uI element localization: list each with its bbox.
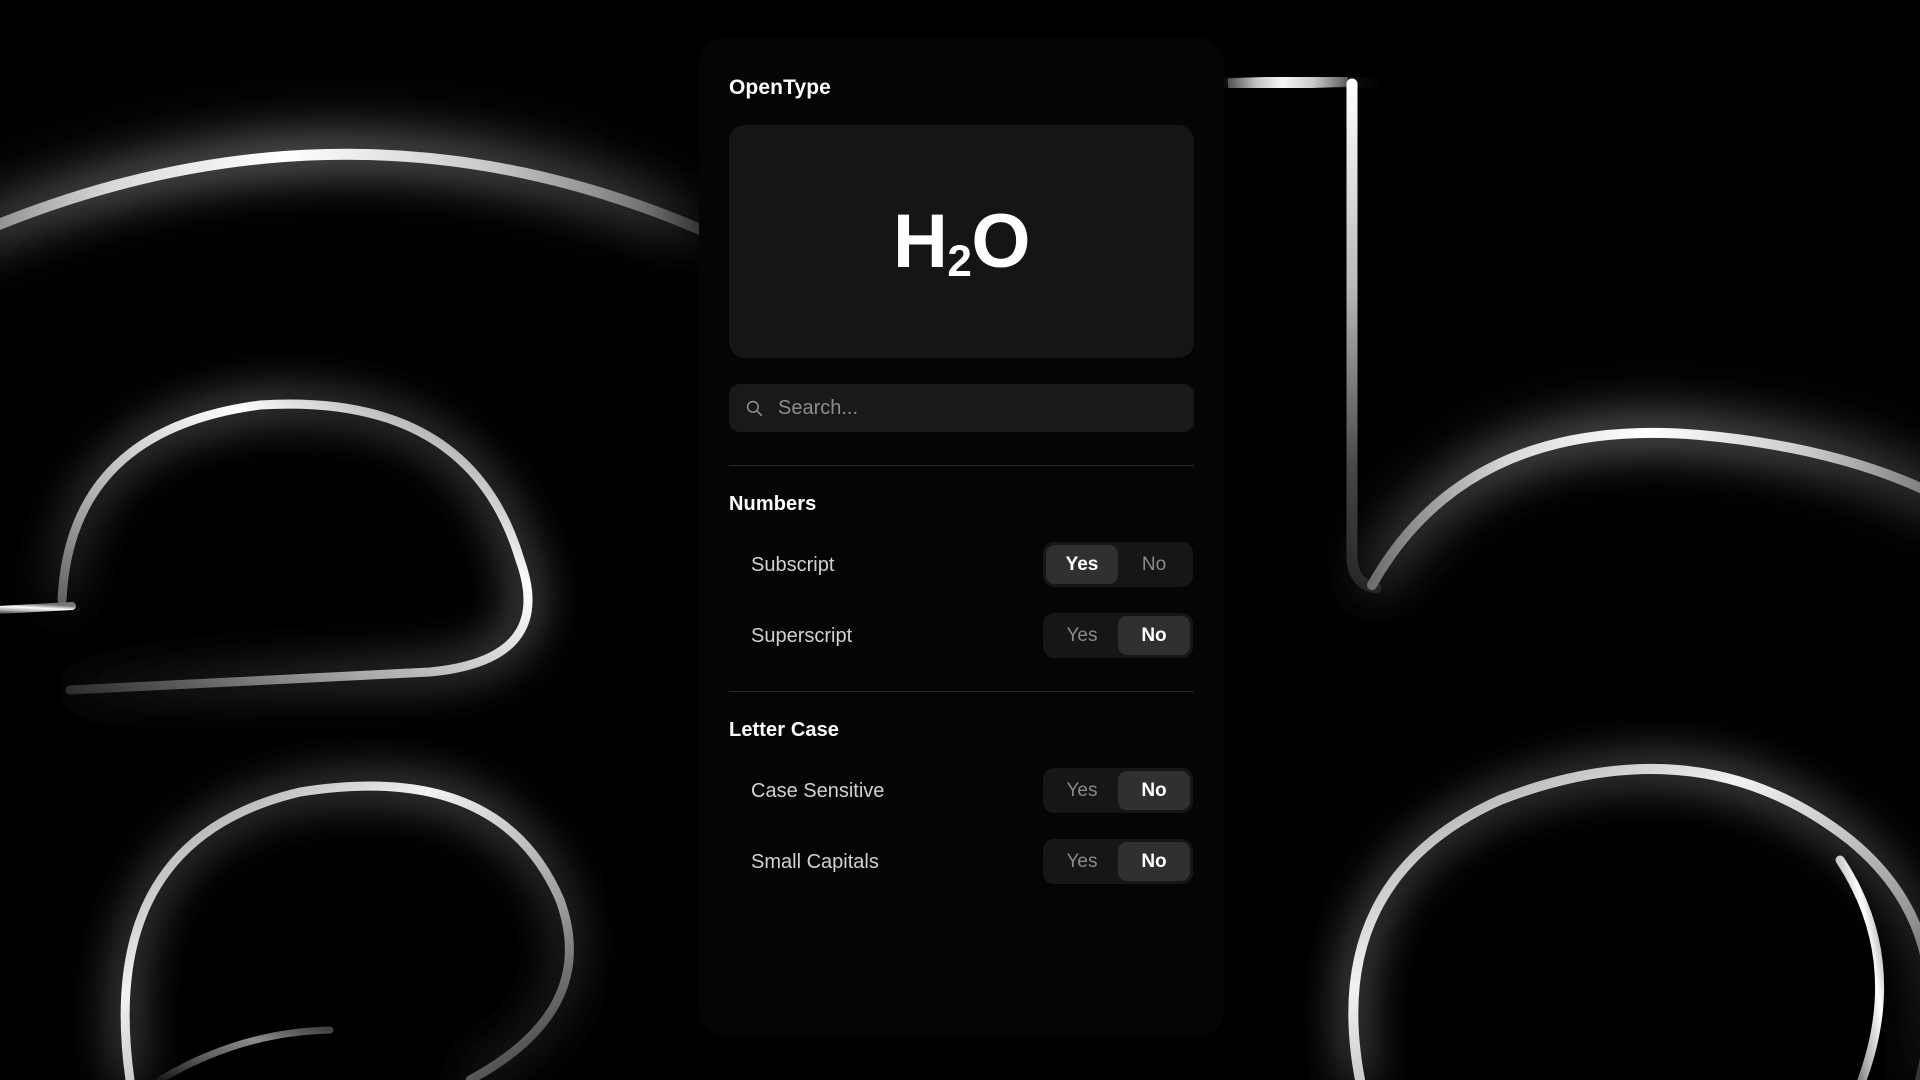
feature-row-subscript: Subscript Yes No bbox=[729, 542, 1194, 588]
feature-label-subscript: Subscript bbox=[751, 553, 835, 576]
preview-card: H2O bbox=[729, 125, 1194, 359]
opentype-panel: OpenType H2O Numbers Subscript Yes No Su… bbox=[699, 38, 1224, 1036]
segment-option-yes[interactable]: Yes bbox=[1046, 545, 1118, 585]
panel-title: OpenType bbox=[729, 76, 831, 99]
feature-label-superscript: Superscript bbox=[751, 624, 853, 647]
feature-label-case-sensitive: Case Sensitive bbox=[751, 779, 885, 802]
segment-option-no[interactable]: No bbox=[1118, 771, 1190, 811]
segmented-control-case-sensitive[interactable]: Yes No bbox=[1043, 768, 1193, 814]
section-title-numbers: Numbers bbox=[729, 493, 817, 516]
search-bar[interactable] bbox=[729, 384, 1194, 433]
feature-row-small-capitals: Small Capitals Yes No bbox=[729, 839, 1194, 885]
preview-base: H bbox=[892, 198, 948, 284]
segment-option-no[interactable]: No bbox=[1118, 616, 1190, 656]
segmented-control-superscript[interactable]: Yes No bbox=[1043, 613, 1193, 659]
feature-row-superscript: Superscript Yes No bbox=[729, 613, 1194, 659]
search-icon bbox=[746, 400, 763, 416]
section-divider-middle bbox=[729, 691, 1194, 693]
feature-label-small-capitals: Small Capitals bbox=[751, 850, 879, 873]
segment-option-yes[interactable]: Yes bbox=[1046, 771, 1118, 810]
feature-row-case-sensitive: Case Sensitive Yes No bbox=[729, 768, 1194, 814]
section-title-letter-case: Letter Case bbox=[729, 719, 840, 742]
preview-trailing: O bbox=[971, 198, 1031, 284]
search-input[interactable] bbox=[778, 396, 1178, 420]
preview-text: H2O bbox=[893, 203, 1031, 283]
section-divider-top bbox=[729, 465, 1194, 467]
segment-option-yes[interactable]: Yes bbox=[1046, 616, 1118, 655]
segmented-control-subscript[interactable]: Yes No bbox=[1043, 542, 1193, 588]
segment-option-no[interactable]: No bbox=[1118, 842, 1190, 882]
segmented-control-small-capitals[interactable]: Yes No bbox=[1043, 839, 1193, 885]
segment-option-no[interactable]: No bbox=[1118, 545, 1190, 584]
segment-option-yes[interactable]: Yes bbox=[1046, 842, 1118, 881]
preview-subscript: 2 bbox=[947, 236, 972, 286]
